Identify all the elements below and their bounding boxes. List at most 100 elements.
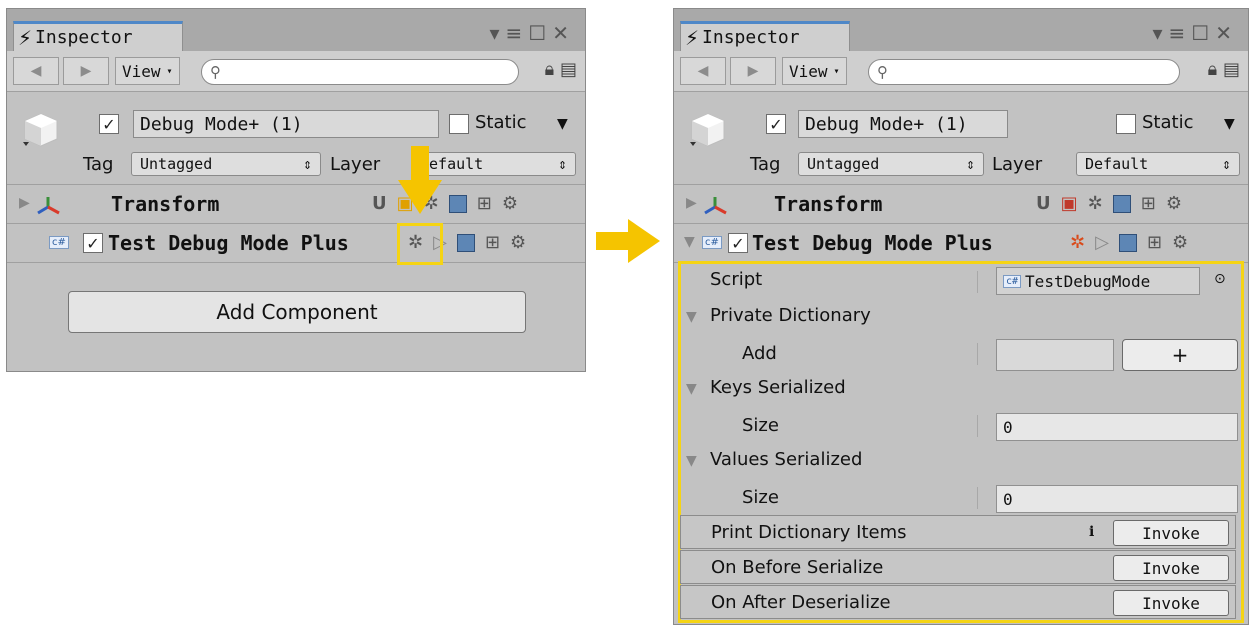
preset-icon[interactable]: ⊞ [485, 232, 500, 253]
back-button[interactable]: ◀ [680, 57, 726, 85]
values-serialized-row[interactable]: ▼ Values Serialized [674, 443, 1248, 479]
inspector-tab[interactable]: ⚡ Inspector [13, 21, 183, 51]
inspector-icon: ⚡ [18, 25, 33, 50]
back-button[interactable]: ◀ [13, 57, 59, 85]
preset-icon[interactable]: ⊞ [1147, 232, 1162, 253]
component-enabled-checkbox[interactable]: ✓ [83, 233, 103, 253]
maximize-icon[interactable]: ☐ [528, 21, 552, 45]
static-dropdown-caret-icon[interactable]: ▼ [1224, 116, 1235, 132]
foldout-open-arrow-icon[interactable]: ▼ [686, 453, 697, 469]
test-debug-mode-plus-header[interactable]: c# ✓ Test Debug Mode Plus ✲ ▷ ⊞ ⚙ [7, 224, 585, 263]
invoke-button[interactable]: Invoke [1113, 555, 1229, 581]
search-input[interactable]: ⚲ [201, 59, 519, 85]
static-checkbox[interactable] [1116, 114, 1136, 134]
component-enabled-checkbox[interactable]: ✓ [728, 233, 748, 253]
active-checkbox[interactable]: ✓ [766, 114, 786, 134]
test-debug-mode-plus-header[interactable]: ▼ c# ✓ Test Debug Mode Plus ✲ ▷ ⊞ ⚙ [674, 224, 1248, 263]
layer-label: Layer [992, 154, 1043, 175]
object-picker-icon[interactable]: ⊙ [1214, 271, 1226, 287]
add-component-button[interactable]: Add Component [68, 291, 526, 333]
static-dropdown-caret-icon[interactable]: ▼ [557, 116, 568, 132]
keys-size-input[interactable]: 0 [996, 413, 1238, 441]
play-icon[interactable]: ▷ [1095, 232, 1109, 253]
gameobject-name-field[interactable]: Debug Mode+ (1) [798, 110, 1008, 138]
keys-serialized-row[interactable]: ▼ Keys Serialized [674, 371, 1248, 407]
static-checkbox[interactable] [449, 114, 469, 134]
help-book-icon[interactable] [1112, 194, 1131, 213]
dropdown-caret-icon: ▾ [166, 65, 173, 77]
close-icon[interactable]: ✕ [1215, 21, 1238, 45]
private-dictionary-row[interactable]: ▼ Private Dictionary [674, 299, 1248, 335]
component-title: Transform [774, 192, 883, 216]
close-icon[interactable]: ✕ [552, 21, 575, 45]
search-input[interactable]: ⚲ [868, 59, 1180, 85]
script-field-row: Script c# TestDebugMode ⊙ [674, 263, 1248, 299]
foldout-open-arrow-icon[interactable]: ▼ [684, 234, 695, 250]
values-size-input[interactable]: 0 [996, 485, 1238, 513]
preset-icon[interactable]: ⊞ [1141, 193, 1156, 214]
bug-icon[interactable]: ✲ [1088, 193, 1103, 214]
add-entry-row: Add + [674, 335, 1248, 371]
script-object-field[interactable]: c# TestDebugMode [996, 267, 1200, 295]
bug-active-icon[interactable]: ✲ [1070, 232, 1085, 253]
forward-arrow-icon: ▶ [747, 63, 759, 79]
gameobject-header: ✓ Debug Mode+ (1) Static ▼ Tag Untagged … [674, 92, 1248, 185]
preset-icon[interactable]: ⊞ [477, 193, 492, 214]
u-icon[interactable]: U [372, 193, 387, 214]
active-checkbox[interactable]: ✓ [99, 114, 119, 134]
tag-value: Untagged [140, 155, 213, 173]
transform-header-icons: U ▣ ✲ ⊞ ⚙ [372, 193, 518, 214]
foldout-open-arrow-icon[interactable]: ▼ [686, 381, 697, 397]
forward-button[interactable]: ▶ [63, 57, 109, 85]
maximize-icon[interactable]: ☐ [1191, 21, 1215, 45]
u-icon[interactable]: U [1036, 193, 1051, 214]
menu-icon[interactable]: ▾≡ [490, 21, 529, 45]
keys-size-value: 0 [1003, 417, 1013, 437]
tag-dropdown[interactable]: Untagged ⇕ [131, 152, 321, 176]
tag-label: Tag [750, 154, 781, 175]
debug-cube-icon[interactable]: ▣ [1061, 193, 1078, 214]
invoke-button[interactable]: Invoke [1113, 520, 1229, 546]
dropdown-caret-icon: ▾ [833, 65, 840, 77]
window-titlebar: ⚡ Inspector ▾≡☐✕ [674, 9, 1248, 51]
lock-icon[interactable]: 🔒︎ [545, 59, 555, 80]
foldout-arrow-icon[interactable]: ▶ [19, 195, 30, 211]
settings-gear-icon[interactable]: ⚙ [502, 193, 518, 214]
column-separator [977, 415, 978, 437]
transform-component-header[interactable]: ▶ Transform U ▣ ✲ ⊞ ⚙ [674, 185, 1248, 224]
lock-icon[interactable]: 🔒︎ [1208, 59, 1218, 80]
component-title: Test Debug Mode Plus [752, 231, 993, 255]
window-titlebar: ⚡ Inspector ▾≡☐✕ [7, 9, 585, 51]
foldout-arrow-icon[interactable]: ▶ [686, 195, 697, 211]
layer-dropdown[interactable]: Default ⇕ [1076, 152, 1240, 176]
add-component-label: Add Component [216, 300, 378, 324]
method-label: On Before Serialize [711, 557, 884, 578]
back-arrow-icon: ◀ [697, 63, 709, 79]
tag-dropdown[interactable]: Untagged ⇕ [798, 152, 984, 176]
menu-icon[interactable]: ▾≡ [1153, 21, 1192, 45]
settings-gear-icon[interactable]: ⚙ [1166, 193, 1182, 214]
yellow-down-arrow-icon [398, 146, 442, 214]
help-book-icon[interactable] [448, 194, 467, 213]
add-plus-button[interactable]: + [1122, 339, 1238, 371]
transform-component-header[interactable]: ▶ Transform U ▣ ✲ ⊞ ⚙ [7, 185, 585, 224]
inspector-panel-after: ⚡ Inspector ▾≡☐✕ ◀ ▶ View ▾ ⚲ 🔒︎ ▤ ✓ Deb… [673, 8, 1249, 625]
view-dropdown[interactable]: View ▾ [782, 57, 847, 85]
invoke-button[interactable]: Invoke [1113, 590, 1229, 616]
transform-axes-icon [704, 197, 727, 215]
tag-label: Tag [83, 154, 114, 175]
settings-gear-icon[interactable]: ⚙ [510, 232, 526, 253]
help-book-icon[interactable] [1118, 233, 1137, 252]
add-key-input[interactable] [996, 339, 1114, 371]
yellow-right-arrow-icon [596, 219, 660, 263]
inspector-tab[interactable]: ⚡ Inspector [680, 21, 850, 51]
help-book-icon[interactable] [456, 233, 475, 252]
gameobject-name-field[interactable]: Debug Mode+ (1) [133, 110, 439, 138]
layout-icon[interactable]: ▤ [560, 59, 577, 80]
view-dropdown[interactable]: View ▾ [115, 57, 180, 85]
foldout-open-arrow-icon[interactable]: ▼ [686, 309, 697, 325]
forward-button[interactable]: ▶ [730, 57, 776, 85]
layout-icon[interactable]: ▤ [1223, 59, 1240, 80]
settings-gear-icon[interactable]: ⚙ [1172, 232, 1188, 253]
dropdown-updown-icon: ⇕ [1221, 155, 1231, 173]
